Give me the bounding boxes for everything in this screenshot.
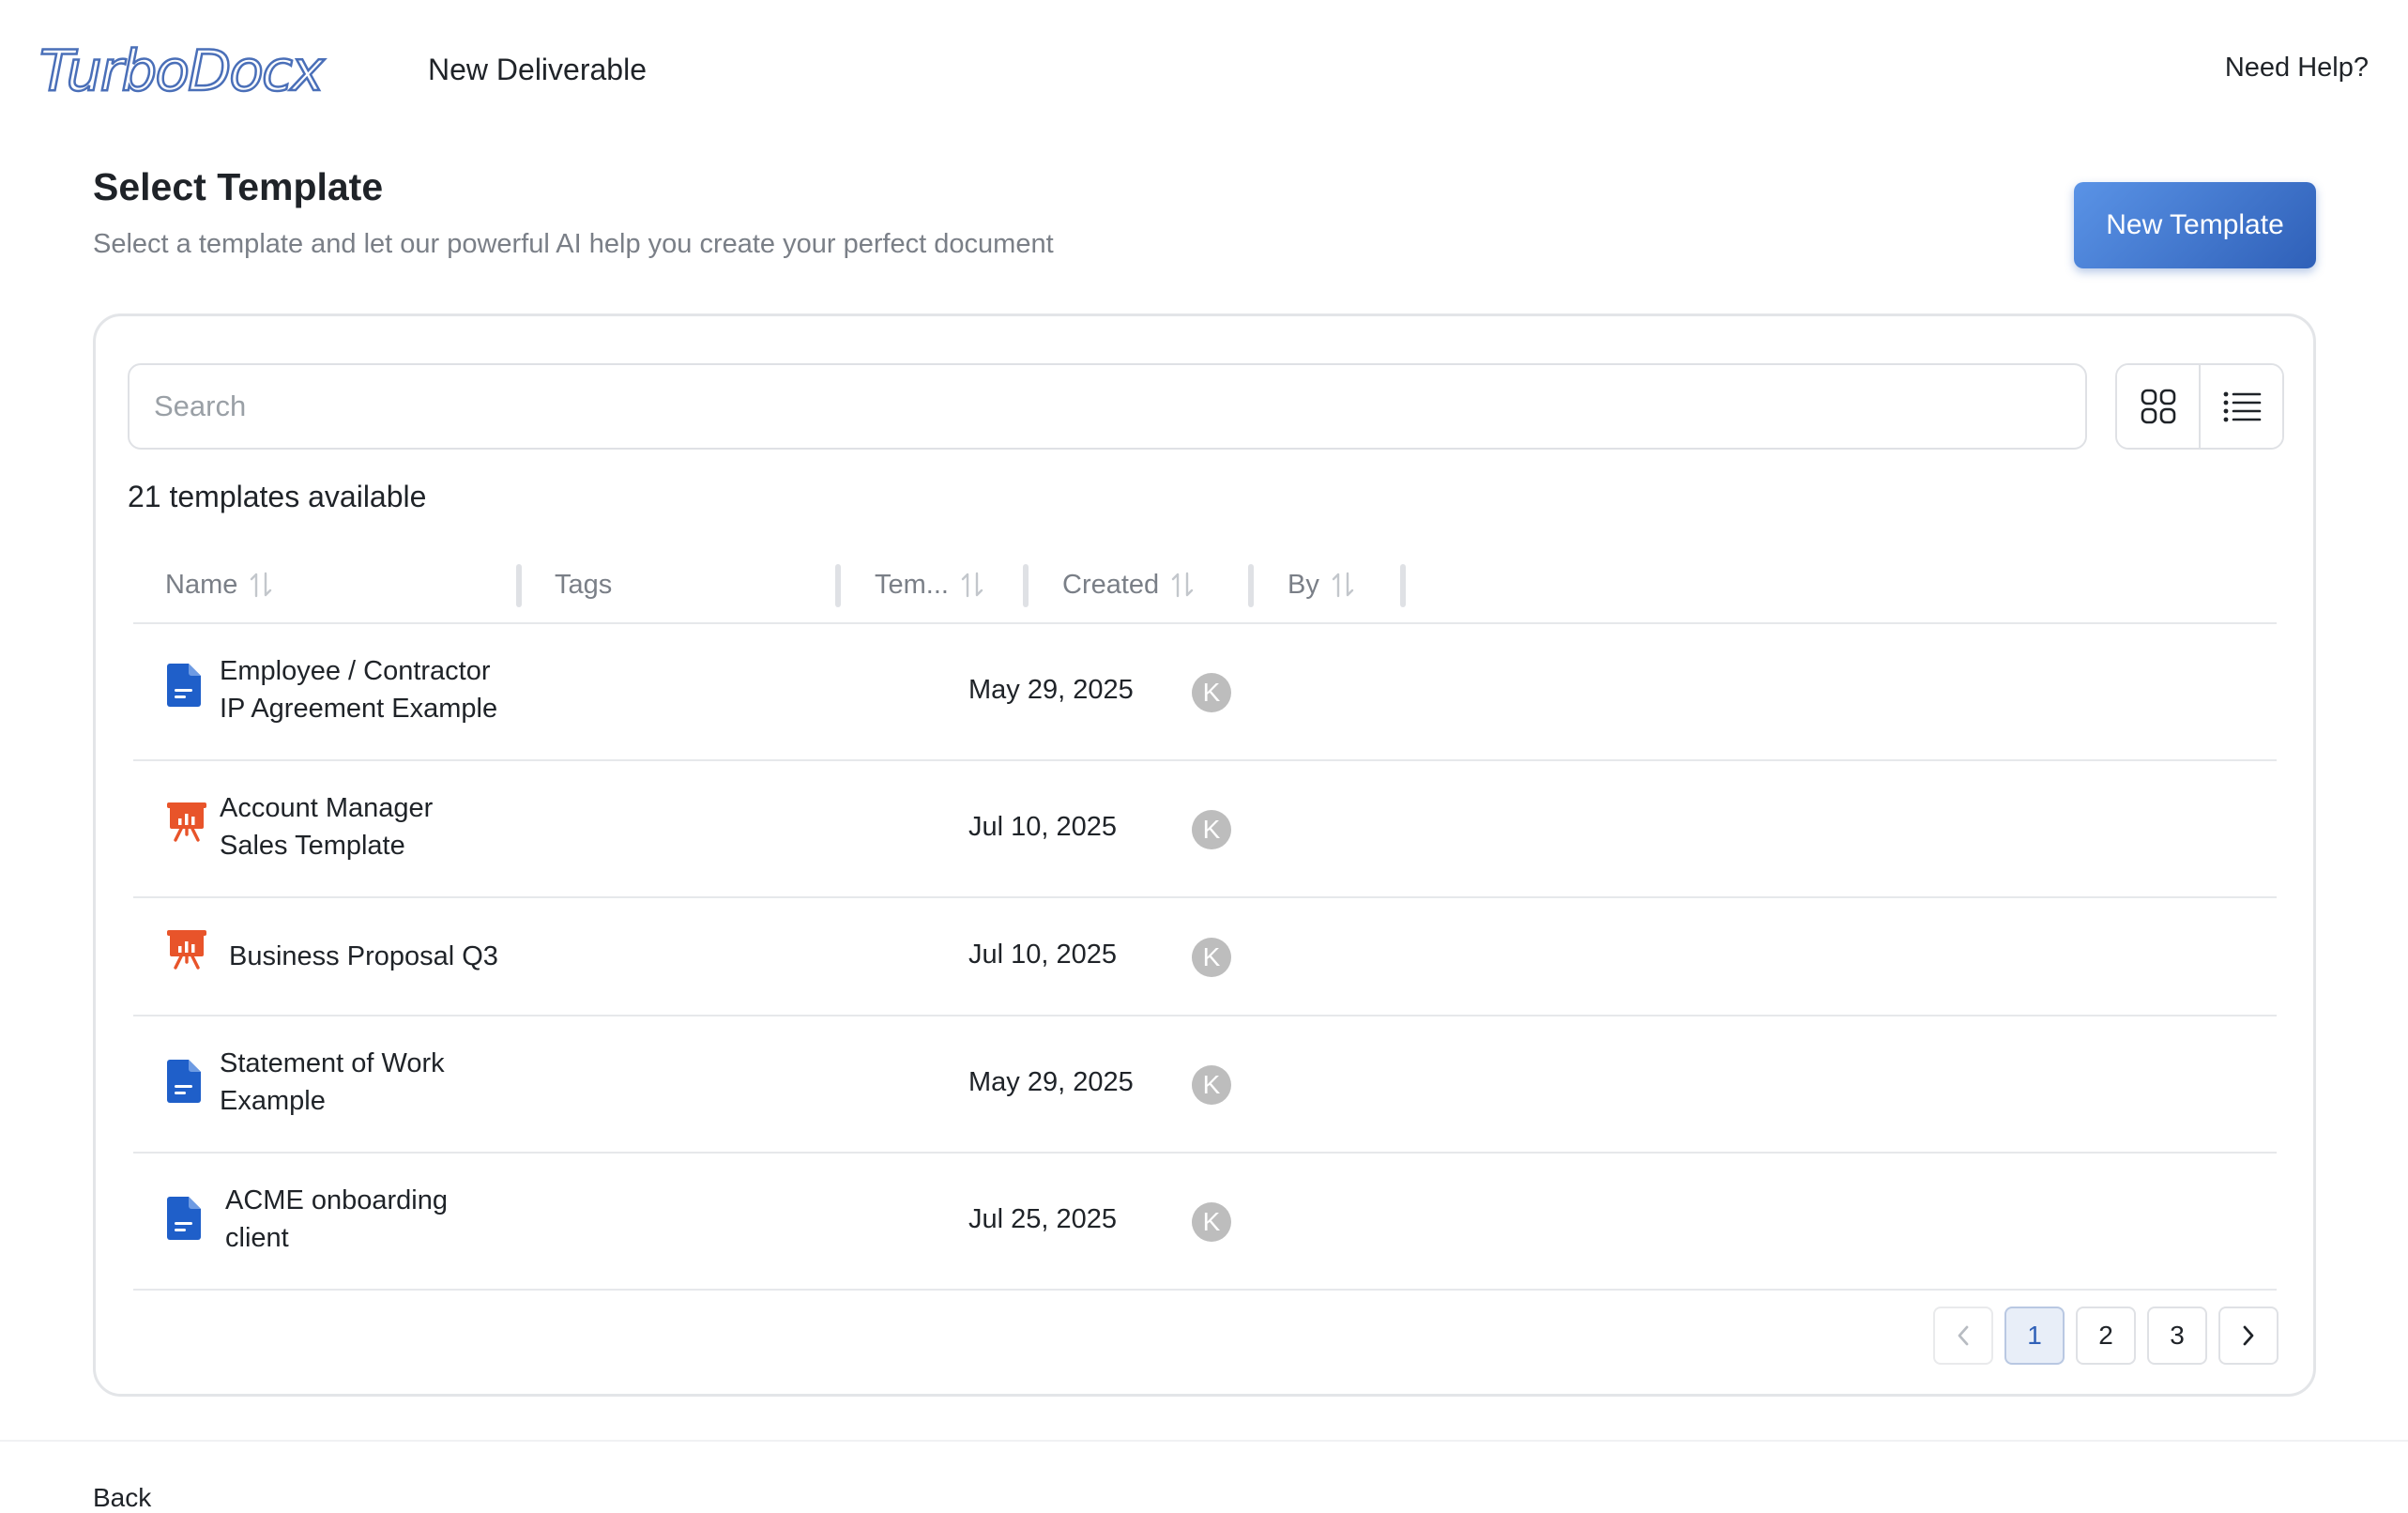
- sort-icon[interactable]: [1170, 571, 1195, 599]
- avatar: K: [1192, 673, 1231, 712]
- grid-icon: [2141, 389, 2175, 424]
- avatar: K: [1192, 1202, 1231, 1242]
- page-subtitle: Select a template and let our powerful A…: [93, 229, 1054, 259]
- templates-count: 21 templates available: [128, 480, 427, 513]
- template-name[interactable]: Business Proposal Q3: [229, 938, 567, 975]
- new-template-button[interactable]: New Template: [2074, 182, 2316, 268]
- column-resize-handle[interactable]: [1248, 564, 1254, 607]
- table-row[interactable]: Business Proposal Q3 Jul 10, 2025 K: [133, 898, 2277, 1016]
- need-help-link[interactable]: Need Help?: [2225, 53, 2369, 84]
- template-name[interactable]: Employee / Contractor IP Agreement Examp…: [220, 652, 557, 727]
- grid-view-button[interactable]: [2117, 365, 2199, 448]
- column-header-tags[interactable]: Tags: [555, 545, 612, 624]
- logo-x-mark: x: [290, 38, 326, 104]
- created-date: Jul 10, 2025: [968, 812, 1118, 842]
- logo-wordmark: TurboDoc: [38, 38, 295, 104]
- document-icon: [167, 1197, 201, 1240]
- chevron-left-icon: [1958, 1325, 1969, 1346]
- chevron-right-icon: [2243, 1325, 2254, 1346]
- avatar: K: [1192, 938, 1231, 977]
- templates-card: 21 templates available Name Tags Tem... …: [93, 313, 2316, 1397]
- created-date: May 29, 2025: [968, 675, 1134, 705]
- column-label: By: [1288, 569, 1319, 600]
- list-view-button[interactable]: [2199, 365, 2282, 448]
- column-header-created[interactable]: Created: [1062, 545, 1195, 624]
- view-toggle: [2115, 363, 2284, 450]
- sort-icon[interactable]: [1331, 571, 1355, 599]
- template-name[interactable]: Account Manager Sales Template: [220, 789, 557, 864]
- search-input[interactable]: [128, 363, 2087, 450]
- back-button[interactable]: Back: [93, 1483, 151, 1513]
- pagination-prev-button[interactable]: [1933, 1307, 1993, 1365]
- template-name[interactable]: Statement of Work Example: [220, 1045, 557, 1120]
- table-row[interactable]: Employee / Contractor IP Agreement Examp…: [133, 624, 2277, 761]
- header-title: New Deliverable: [428, 53, 647, 86]
- created-date: Jul 10, 2025: [968, 940, 1118, 970]
- turbodocx-logo[interactable]: TurboDoc x: [38, 34, 349, 109]
- page-title: Select Template: [93, 165, 384, 208]
- column-resize-handle[interactable]: [516, 564, 522, 607]
- pagination-page-3[interactable]: 3: [2147, 1307, 2207, 1365]
- column-header-name[interactable]: Name: [165, 545, 273, 624]
- column-resize-handle[interactable]: [1023, 564, 1029, 607]
- table-header: Name Tags Tem... Created By: [133, 545, 2277, 624]
- document-icon: [167, 664, 201, 707]
- table-row[interactable]: Account Manager Sales Template Jul 10, 2…: [133, 761, 2277, 898]
- presentation-icon: [167, 930, 206, 970]
- created-date: Jul 25, 2025: [968, 1204, 1118, 1234]
- avatar: K: [1192, 1065, 1231, 1105]
- sort-icon[interactable]: [249, 571, 273, 599]
- footer-divider: [0, 1440, 2408, 1442]
- app-header: TurboDoc x New Deliverable Need Help?: [0, 0, 2408, 141]
- list-icon: [2223, 391, 2261, 422]
- column-header-template[interactable]: Tem...: [875, 545, 984, 624]
- table-row[interactable]: Statement of Work Example May 29, 2025 K: [133, 1016, 2277, 1154]
- column-label: Tags: [555, 569, 613, 600]
- pagination-page-1[interactable]: 1: [2004, 1307, 2065, 1365]
- column-header-by[interactable]: By: [1288, 545, 1355, 624]
- column-resize-handle[interactable]: [835, 564, 841, 607]
- column-label: Name: [165, 569, 238, 600]
- column-label: Tem...: [875, 569, 949, 600]
- column-resize-handle[interactable]: [1400, 564, 1406, 607]
- pagination-page-2[interactable]: 2: [2076, 1307, 2136, 1365]
- column-label: Created: [1062, 569, 1160, 600]
- created-date: May 29, 2025: [968, 1067, 1134, 1097]
- table-row[interactable]: ACME onboarding client Jul 25, 2025 K: [133, 1154, 2277, 1291]
- template-name[interactable]: ACME onboarding client: [225, 1182, 563, 1257]
- document-icon: [167, 1060, 201, 1103]
- presentation-icon: [167, 802, 206, 842]
- pagination-next-button[interactable]: [2218, 1307, 2278, 1365]
- sort-icon[interactable]: [960, 571, 984, 599]
- avatar: K: [1192, 810, 1231, 849]
